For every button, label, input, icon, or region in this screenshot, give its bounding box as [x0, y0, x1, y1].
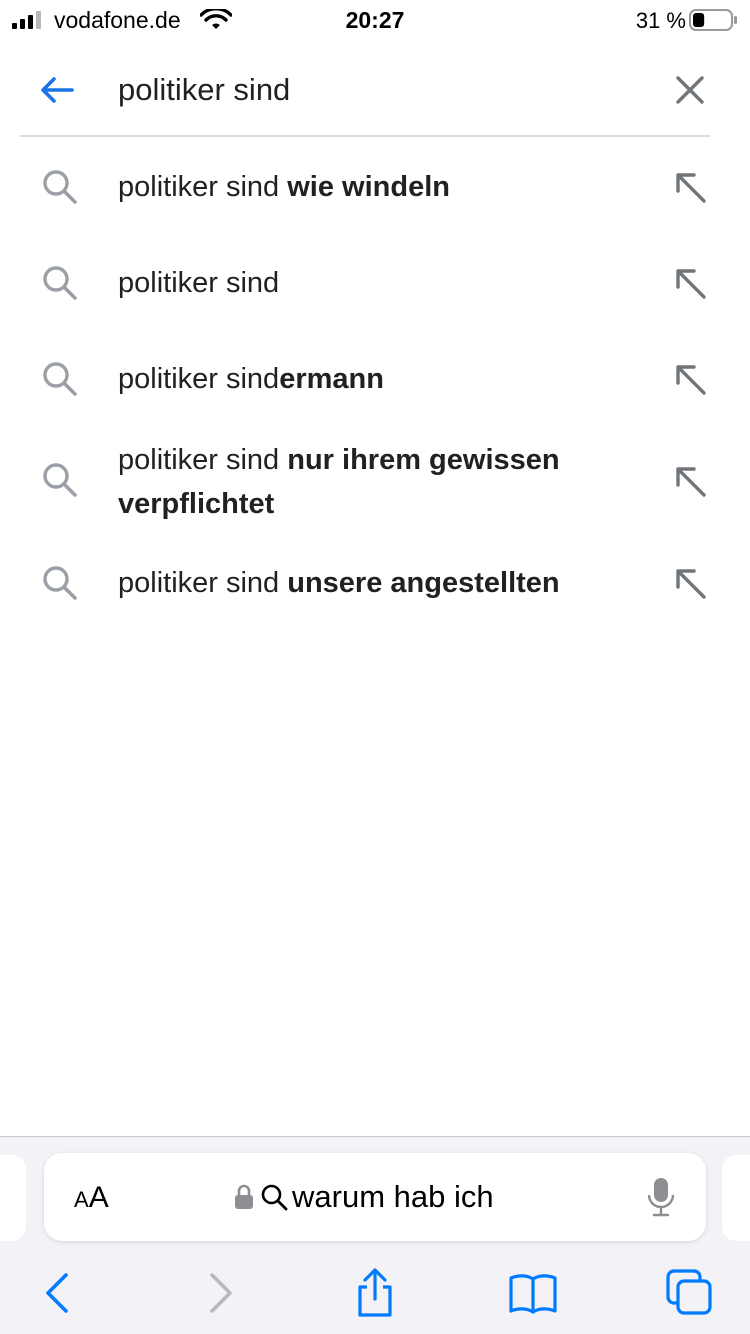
- fill-query-button[interactable]: [668, 561, 712, 605]
- microphone-icon: [647, 1178, 675, 1217]
- search-icon: [43, 463, 77, 497]
- suggestion-text: politiker sind nur ihrem gewissen verpfl…: [118, 438, 638, 526]
- search-icon: [43, 566, 77, 600]
- arrow-left-icon: [41, 77, 74, 103]
- search-icon: [43, 362, 77, 396]
- suggestion-completion: unsere angestellten: [287, 567, 560, 599]
- bookmarks-button[interactable]: [503, 1267, 563, 1319]
- suggestion-list: politiker sind wie windeln politiker sin…: [0, 138, 750, 426]
- clear-search-button[interactable]: [668, 68, 712, 112]
- address-display: warum hab ich: [234, 1179, 494, 1215]
- bookmarks-icon: [509, 1274, 557, 1314]
- suggestion-completion: wie windeln: [287, 171, 450, 203]
- forward-icon: [210, 1273, 232, 1313]
- back-button[interactable]: [36, 68, 80, 112]
- address-text: warum hab ich: [292, 1179, 494, 1214]
- fill-query-button[interactable]: [668, 459, 712, 503]
- suggestion-prefix: politiker sind: [118, 171, 288, 203]
- close-icon: [676, 76, 704, 104]
- suggestion-prefix: politiker sind: [118, 444, 288, 476]
- browser-toolbar: [0, 1267, 750, 1327]
- aa-small-letter: A: [74, 1187, 89, 1212]
- search-input[interactable]: politiker sind: [118, 72, 290, 108]
- suggestion-text: politiker sindermann: [118, 357, 638, 401]
- voice-search-button[interactable]: [644, 1175, 678, 1219]
- page-settings-button[interactable]: AA: [74, 1181, 109, 1215]
- aa-large-letter: A: [88, 1181, 109, 1214]
- arrow-up-left-icon: [676, 365, 706, 395]
- search-icon: [261, 1184, 288, 1211]
- suggestion-prefix: politiker sind: [118, 363, 280, 395]
- search-icon: [43, 266, 77, 300]
- battery-icon: [689, 9, 737, 31]
- battery-fill: [693, 13, 705, 27]
- arrow-up-left-icon: [676, 467, 706, 497]
- suggestion-item[interactable]: politiker sind nur ihrem gewissen verpfl…: [0, 426, 750, 536]
- arrow-up-left-icon: [676, 569, 706, 599]
- suggestion-text: politiker sind unsere angestellten: [118, 561, 658, 605]
- suggestion-prefix: politiker sind: [118, 567, 288, 599]
- tabs-icon: [666, 1269, 712, 1315]
- suggestion-item[interactable]: politiker sind unsere angestellten: [0, 536, 750, 632]
- arrow-up-left-icon: [676, 173, 706, 203]
- fill-query-button[interactable]: [668, 357, 712, 401]
- share-button[interactable]: [345, 1267, 405, 1319]
- search-header: politiker sind: [0, 50, 750, 136]
- suggestion-item[interactable]: politiker sind: [0, 234, 750, 330]
- status-bar: vodafone.de 20:27 31 %: [0, 0, 750, 40]
- previous-tab-peek[interactable]: [0, 1155, 26, 1241]
- browser-back-button[interactable]: [28, 1267, 88, 1319]
- suggestion-prefix: politiker sind: [118, 267, 280, 299]
- back-icon: [46, 1273, 68, 1313]
- header-divider: [20, 135, 710, 137]
- suggestion-text: politiker sind wie windeln: [118, 165, 638, 209]
- battery-percent: 31 %: [635, 8, 686, 33]
- next-tab-peek[interactable]: [722, 1155, 750, 1241]
- browser-forward-button[interactable]: [190, 1267, 250, 1319]
- suggestion-item[interactable]: politiker sindermann: [0, 330, 750, 426]
- fill-query-button[interactable]: [668, 261, 712, 305]
- safari-bottom-bar: AA warum hab ich: [0, 1136, 750, 1334]
- arrow-up-left-icon: [676, 269, 706, 299]
- fill-query-button[interactable]: [668, 165, 712, 209]
- share-icon: [358, 1268, 392, 1317]
- search-icon: [43, 170, 77, 204]
- suggestion-completion: ermann: [279, 363, 384, 395]
- lock-icon: [235, 1184, 253, 1209]
- tabs-button[interactable]: [660, 1267, 720, 1319]
- suggestion-item[interactable]: politiker sind wie windeln: [0, 138, 750, 234]
- suggestion-text: politiker sind: [118, 261, 638, 305]
- address-bar[interactable]: AA warum hab ich: [44, 1153, 706, 1241]
